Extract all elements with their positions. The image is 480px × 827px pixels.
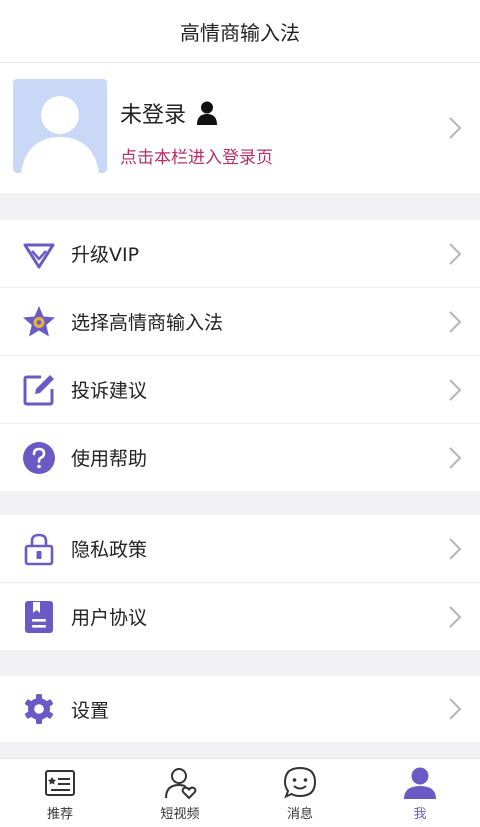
help-icon bbox=[23, 441, 55, 474]
menu-item-label: 投诉建议 bbox=[71, 380, 148, 402]
profile-name: 未登录 bbox=[120, 103, 187, 128]
menu-item-help[interactable]: 使用帮助 bbox=[0, 424, 480, 491]
menu-section-main: 升级VIP 选择高情商输入法 投诉建议 使用帮助 bbox=[0, 220, 480, 491]
edit-icon bbox=[23, 374, 54, 405]
menu-item-label: 选择高情商输入法 bbox=[71, 312, 224, 334]
lock-icon bbox=[24, 533, 54, 565]
chevron-right-icon bbox=[449, 117, 462, 139]
chevron-right-icon bbox=[449, 378, 462, 401]
top-header: 高情商输入法 bbox=[0, 0, 480, 63]
menu-section-legal: 隐私政策 用户协议 bbox=[0, 515, 480, 650]
chevron-right-icon bbox=[449, 698, 462, 720]
profile-name-row: 未登录 bbox=[120, 97, 218, 129]
tab-messages[interactable]: 消息 bbox=[240, 759, 360, 827]
profile-card[interactable]: 未登录 点击本栏进入登录页 bbox=[0, 63, 480, 193]
menu-item-select-input-method[interactable]: 选择高情商输入法 bbox=[0, 288, 480, 356]
message-icon bbox=[283, 766, 317, 799]
tab-me[interactable]: 我 bbox=[360, 759, 480, 827]
chevron-right-icon bbox=[449, 242, 462, 265]
profile-icon bbox=[404, 767, 436, 799]
bottom-tab-bar: 推荐 短视频 消息 我 bbox=[0, 758, 480, 827]
chevron-right-icon bbox=[449, 310, 462, 333]
menu-item-label: 设置 bbox=[71, 699, 110, 722]
login-hint: 点击本栏进入登录页 bbox=[120, 148, 273, 168]
tab-short-video[interactable]: 短视频 bbox=[120, 759, 240, 827]
menu-item-label: 使用帮助 bbox=[71, 448, 148, 470]
star-icon bbox=[23, 305, 55, 336]
menu-item-label: 升级VIP bbox=[71, 244, 140, 266]
menu-item-feedback[interactable]: 投诉建议 bbox=[0, 356, 480, 424]
user-heart-icon bbox=[165, 768, 197, 800]
default-avatar-icon bbox=[21, 96, 99, 173]
list-icon bbox=[45, 770, 75, 796]
avatar[interactable] bbox=[13, 79, 107, 173]
menu-item-label: 用户协议 bbox=[71, 607, 148, 629]
gear-icon bbox=[25, 694, 53, 724]
menu-item-upgrade-vip[interactable]: 升级VIP bbox=[0, 220, 480, 288]
tab-label: 推荐 bbox=[46, 807, 73, 822]
chevron-right-icon bbox=[449, 537, 462, 560]
user-icon bbox=[197, 101, 218, 125]
menu-item-privacy-policy[interactable]: 隐私政策 bbox=[0, 515, 480, 583]
diamond-icon bbox=[23, 243, 55, 268]
menu-item-settings[interactable]: 设置 bbox=[0, 676, 480, 742]
page-title: 高情商输入法 bbox=[180, 20, 300, 45]
menu-item-label: 隐私政策 bbox=[71, 539, 148, 561]
tab-label: 我 bbox=[413, 807, 427, 822]
document-icon bbox=[25, 600, 53, 633]
chevron-right-icon bbox=[449, 605, 462, 628]
chevron-right-icon bbox=[449, 446, 462, 469]
menu-item-user-agreement[interactable]: 用户协议 bbox=[0, 583, 480, 650]
menu-section-settings: 设置 bbox=[0, 676, 480, 742]
tab-label: 短视频 bbox=[160, 807, 200, 822]
tab-label: 消息 bbox=[286, 807, 313, 822]
tab-recommend[interactable]: 推荐 bbox=[0, 759, 120, 827]
